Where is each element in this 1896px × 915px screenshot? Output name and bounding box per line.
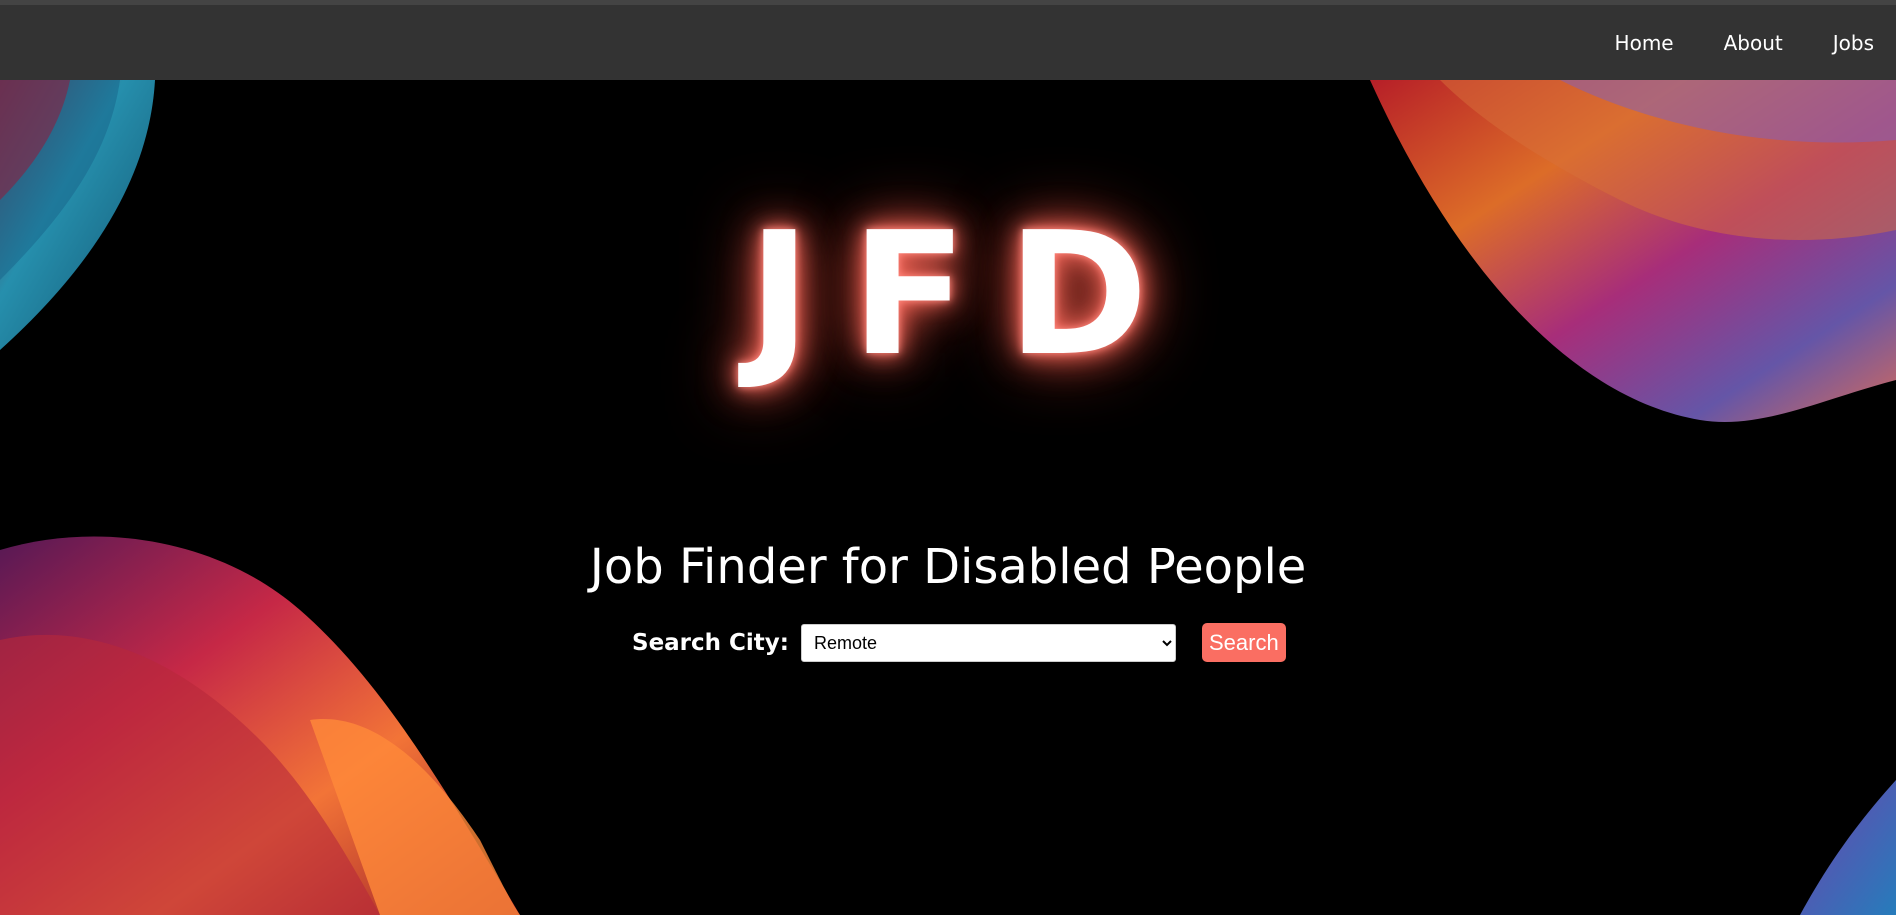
search-button[interactable]: Search: [1202, 623, 1286, 662]
nav-about-link[interactable]: About: [1724, 31, 1783, 55]
search-city-label: Search City:: [632, 629, 789, 656]
hero-section: JFD Job Finder for Disabled People: [0, 80, 1896, 915]
top-navbar: Home About Jobs: [0, 0, 1896, 80]
nav-home-link[interactable]: Home: [1615, 31, 1674, 55]
site-logo: JFD: [747, 196, 1189, 394]
main-nav: Home About Jobs: [1565, 5, 1896, 80]
search-form: Search City: Remote Search: [632, 623, 1286, 662]
city-select[interactable]: Remote: [801, 623, 1176, 662]
page: Home About Jobs JFD Job Finder for Disab…: [0, 0, 1896, 915]
nav-jobs-link[interactable]: Jobs: [1833, 31, 1874, 55]
site-tagline: Job Finder for Disabled People: [589, 539, 1307, 595]
